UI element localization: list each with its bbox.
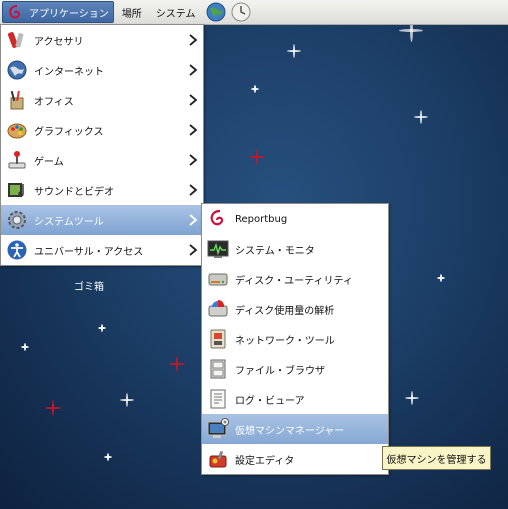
menu-item-label: オフィス xyxy=(34,96,74,108)
debian-swirl-icon xyxy=(9,5,21,19)
menu-item-label: インターネット xyxy=(34,66,104,78)
menu-item-system-tools[interactable]: システムツール xyxy=(1,205,203,235)
submenu-item-label: ファイル・ブラウザ xyxy=(235,365,325,377)
universal-access-icon xyxy=(7,240,27,260)
submenu-item-label: ディスク・ユーティリティ xyxy=(235,275,353,287)
applications-label: アプリケーション xyxy=(29,8,109,20)
submenu-item-label: ディスク使用量の解析 xyxy=(235,305,335,317)
chevron-right-icon xyxy=(189,34,198,46)
internet-globe-icon xyxy=(7,60,27,80)
menu-item-office[interactable]: オフィス xyxy=(1,85,203,115)
system-monitor-icon xyxy=(207,240,229,258)
submenu-item-label: システム・モニタ xyxy=(235,245,315,257)
menu-item-label: グラフィックス xyxy=(34,126,104,138)
chevron-right-icon xyxy=(189,244,198,256)
system-label: システム xyxy=(155,8,196,20)
network-tools-icon xyxy=(210,329,226,349)
file-browser-icon xyxy=(210,359,226,379)
submenu-item-disk-utility[interactable]: ディスク・ユーティリティ xyxy=(202,264,388,294)
virtual-machine-manager-tooltip: 仮想マシンを管理する xyxy=(382,446,491,470)
chevron-right-icon xyxy=(189,94,198,106)
menu-item-graphics[interactable]: グラフィックス xyxy=(1,115,203,145)
menu-item-games[interactable]: ゲーム xyxy=(1,145,203,175)
mail-clock-icon[interactable] xyxy=(230,1,252,23)
submenu-item-virtual-machine-manager[interactable]: 仮想マシンマネージャー xyxy=(202,414,388,444)
menu-item-accessories[interactable]: アクセサリ xyxy=(1,25,203,55)
submenu-item-file-browser[interactable]: ファイル・ブラウザ xyxy=(202,354,388,384)
applications-menu: アクセサリ インターネット オフィス グラフィックス ゲーム サウンドとビデオ … xyxy=(0,24,204,266)
disk-usage-icon xyxy=(208,299,228,317)
submenu-item-disk-usage[interactable]: ディスク使用量の解析 xyxy=(202,294,388,324)
menu-item-label: システムツール xyxy=(34,216,104,228)
submenu-item-label: Reportbug xyxy=(235,213,288,225)
office-icon xyxy=(10,90,24,110)
system-tools-gear-icon xyxy=(8,211,26,229)
web-browser-icon[interactable] xyxy=(205,1,227,23)
submenu-item-log-viewer[interactable]: ログ・ビューア xyxy=(202,384,388,414)
menu-item-universal-access[interactable]: ユニバーサル・アクセス xyxy=(1,235,203,265)
places-label: 場所 xyxy=(121,8,142,20)
submenu-item-label: ネットワーク・ツール xyxy=(235,335,335,347)
debian-swirl-icon xyxy=(210,209,224,226)
desktop-trash-label[interactable]: ゴミ箱 xyxy=(74,278,104,293)
chevron-right-icon xyxy=(189,154,198,166)
submenu-item-configuration-editor[interactable]: 設定エディタ xyxy=(202,444,388,474)
applications-menu-button[interactable]: アプリケーション xyxy=(2,1,114,23)
system-menu-button[interactable]: システム xyxy=(150,1,202,23)
menu-item-label: ゲーム xyxy=(34,156,64,168)
tooltip-text: 仮想マシンを管理する xyxy=(386,454,487,466)
virtual-machine-manager-icon xyxy=(207,418,229,438)
graphics-palette-icon xyxy=(7,123,27,139)
menu-item-sound-video[interactable]: サウンドとビデオ xyxy=(1,175,203,205)
submenu-item-system-monitor[interactable]: システム・モニタ xyxy=(202,234,388,264)
chevron-right-icon xyxy=(189,64,198,76)
chevron-right-icon xyxy=(189,124,198,136)
chevron-right-icon xyxy=(189,214,198,226)
menu-item-internet[interactable]: インターネット xyxy=(1,55,203,85)
submenu-item-network-tools[interactable]: ネットワーク・ツール xyxy=(202,324,388,354)
sound-video-icon xyxy=(8,183,24,197)
system-tools-submenu: Reportbug システム・モニタ ディスク・ユーティリティ ディスク使用量の… xyxy=(201,203,389,475)
chevron-right-icon xyxy=(189,184,198,196)
menu-item-label: サウンドとビデオ xyxy=(34,186,114,198)
submenu-item-label: ログ・ビューア xyxy=(235,395,305,407)
configuration-editor-icon xyxy=(209,450,227,468)
log-viewer-icon xyxy=(210,389,226,409)
menu-item-label: ユニバーサル・アクセス xyxy=(34,246,144,258)
disk-utility-icon xyxy=(208,273,228,286)
accessories-icon xyxy=(8,32,24,48)
games-joystick-icon xyxy=(8,151,26,169)
submenu-item-label: 仮想マシンマネージャー xyxy=(235,425,345,437)
places-menu-button[interactable]: 場所 xyxy=(116,1,148,23)
submenu-item-reportbug[interactable]: Reportbug xyxy=(202,204,388,234)
top-panel: アプリケーション 場所 システム xyxy=(0,0,508,25)
menu-item-label: アクセサリ xyxy=(34,36,84,48)
submenu-item-label: 設定エディタ xyxy=(235,455,295,467)
